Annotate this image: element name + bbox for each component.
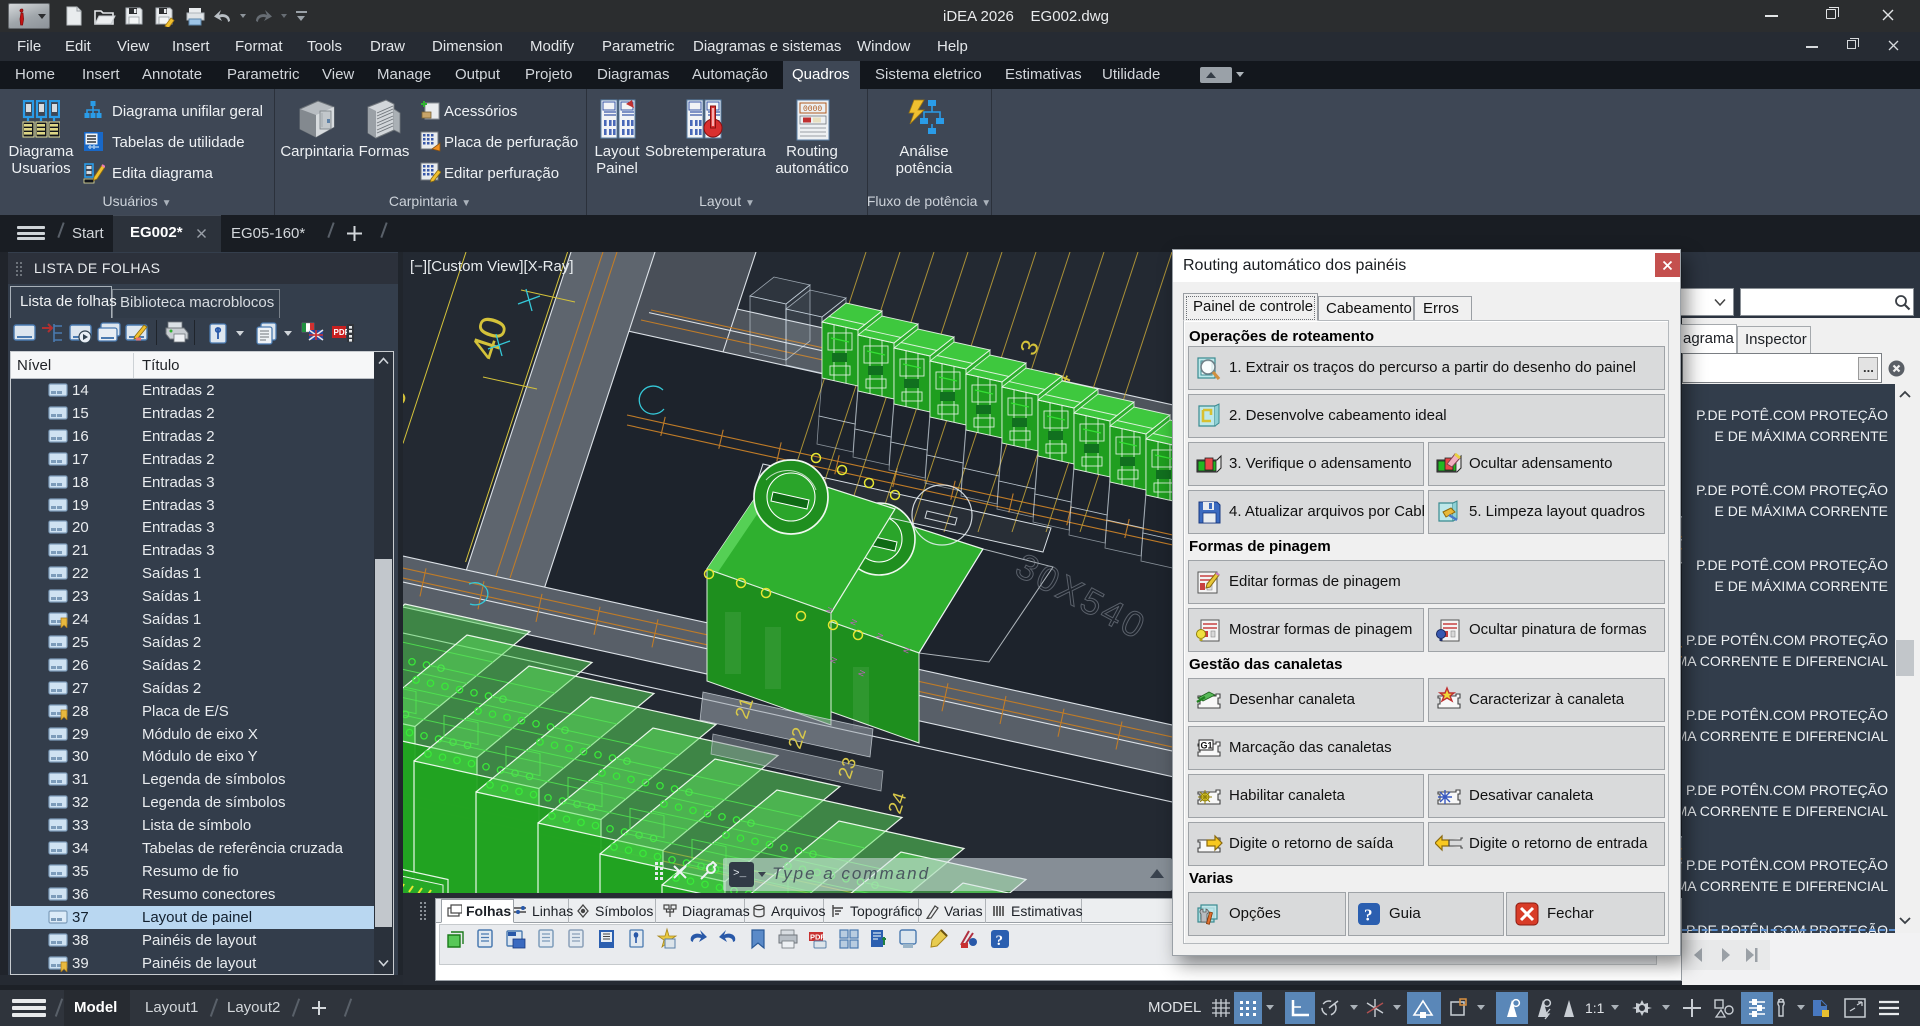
svg-text:G1: G1 <box>1201 741 1213 751</box>
svg-text:0000: 0000 <box>803 105 822 114</box>
svg-text:?: ? <box>1364 906 1373 925</box>
svg-text:PDF: PDF <box>810 933 825 942</box>
svg-text:?: ? <box>996 933 1004 949</box>
